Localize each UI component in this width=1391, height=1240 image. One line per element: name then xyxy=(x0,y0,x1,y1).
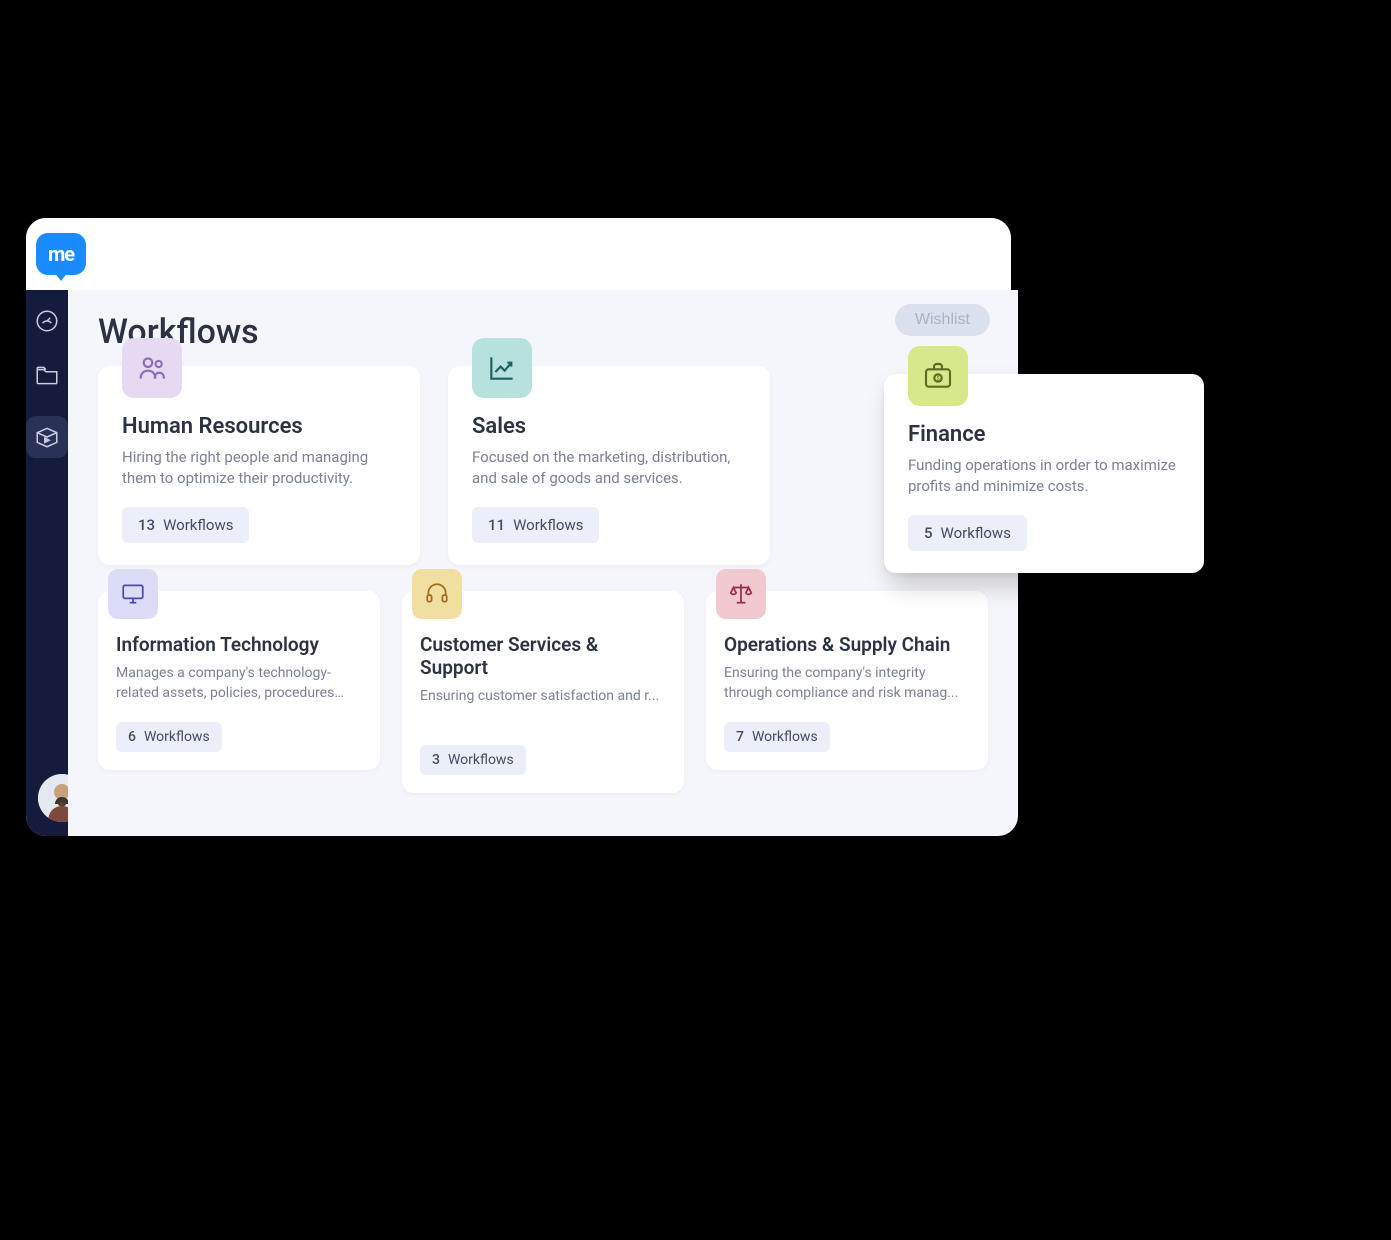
workflow-count-badge: 3 Workflows xyxy=(420,745,526,775)
topbar: me xyxy=(26,218,1011,290)
main-content: Workflows Wishlist Hu xyxy=(68,290,1018,836)
scales-icon xyxy=(716,569,766,619)
package-play-icon xyxy=(34,424,60,450)
card-title: Finance xyxy=(908,422,1180,447)
workflow-count-badge: 7 Workflows xyxy=(724,722,830,752)
briefcase-dollar-icon: $ xyxy=(908,346,968,406)
card-desc: Ensuring customer satisfaction and r... xyxy=(420,687,666,727)
card-hr[interactable]: Human Resources Hiring the right people … xyxy=(98,366,420,565)
monitor-icon xyxy=(108,569,158,619)
chart-line-icon xyxy=(472,338,532,398)
sidebar-item-workflows[interactable] xyxy=(26,416,68,458)
card-title: Information Technology xyxy=(116,633,362,656)
card-sales[interactable]: Sales Focused on the marketing, distribu… xyxy=(448,366,770,565)
workflow-count-badge: 13 Workflows xyxy=(122,507,249,543)
wishlist-button[interactable]: Wishlist xyxy=(895,304,990,336)
folder-icon xyxy=(34,362,60,388)
card-title: Operations & Supply Chain xyxy=(724,633,970,656)
card-customer-services[interactable]: Customer Services & Support Ensuring cus… xyxy=(402,591,684,793)
gauge-icon xyxy=(34,308,60,334)
card-title: Sales xyxy=(472,414,746,439)
workflow-count-badge: 11 Workflows xyxy=(472,507,599,543)
card-finance[interactable]: $ Finance Funding operations in order to… xyxy=(884,374,1204,573)
sidebar xyxy=(26,290,68,836)
card-desc: Ensuring the company's integrity through… xyxy=(724,664,970,704)
workflow-count-badge: 6 Workflows xyxy=(116,722,222,752)
card-it[interactable]: Information Technology Manages a company… xyxy=(98,591,380,793)
sidebar-item-files[interactable] xyxy=(34,362,60,392)
card-operations[interactable]: Operations & Supply Chain Ensuring the c… xyxy=(706,591,988,793)
headset-icon xyxy=(412,569,462,619)
workflow-count-badge: 5 Workflows xyxy=(908,515,1027,551)
card-title: Customer Services & Support xyxy=(420,633,666,679)
logo-text: me xyxy=(48,242,74,266)
app-logo[interactable]: me xyxy=(36,233,86,275)
card-desc: Funding operations in order to maximize … xyxy=(908,455,1180,497)
sidebar-item-dashboard[interactable] xyxy=(34,308,60,338)
card-title: Human Resources xyxy=(122,414,396,439)
app-window: me xyxy=(26,218,1011,836)
page-title: Workflows xyxy=(98,312,988,352)
card-desc: Manages a company's technology-related a… xyxy=(116,664,362,704)
card-desc: Hiring the right people and managing the… xyxy=(122,447,396,489)
people-icon xyxy=(122,338,182,398)
card-desc: Focused on the marketing, distribution, … xyxy=(472,447,746,489)
